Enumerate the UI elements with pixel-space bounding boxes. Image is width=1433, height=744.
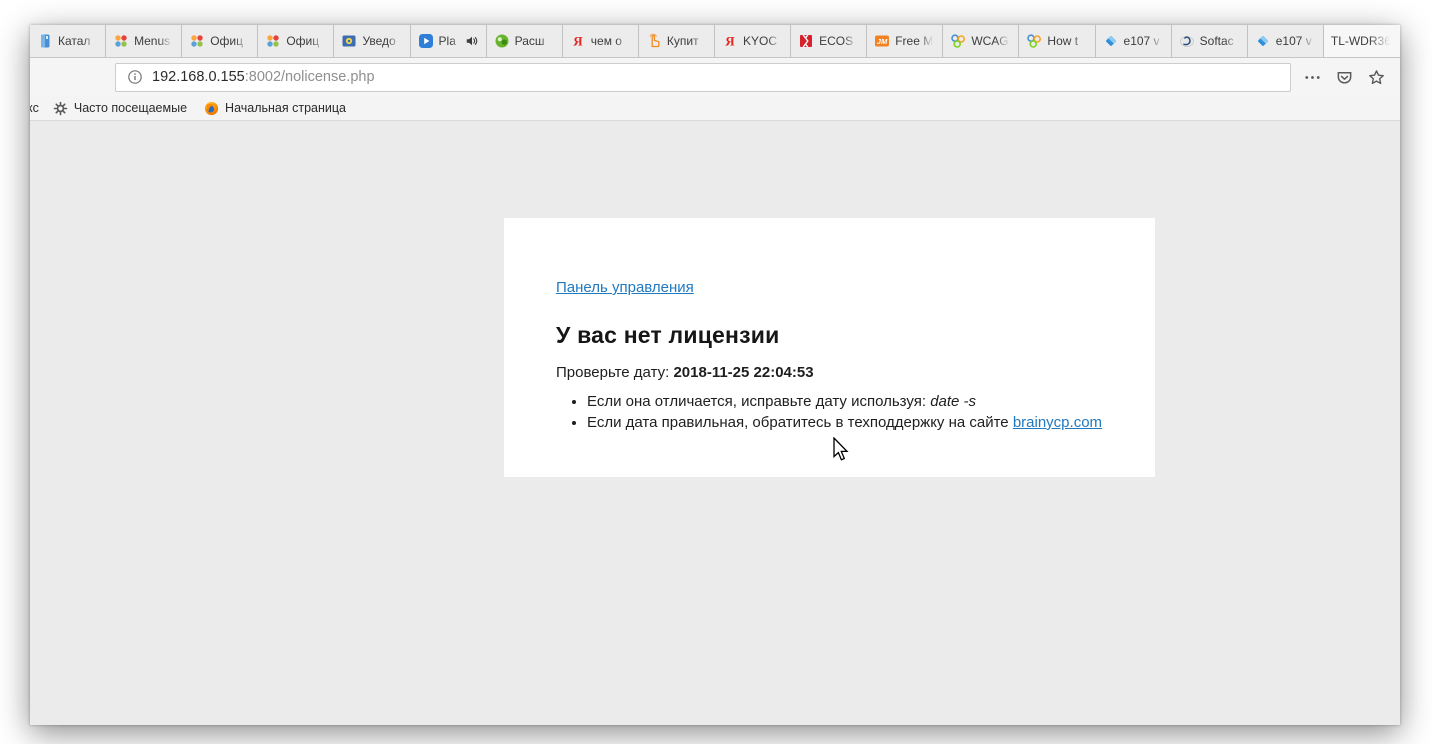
check-date-label: Проверьте дату:: [556, 364, 669, 381]
joomla-icon: [189, 33, 205, 49]
yandex-icon: Я: [570, 33, 586, 49]
tab-17[interactable]: e107 v: [1248, 25, 1324, 57]
tab-label: Расш: [515, 34, 555, 48]
tab-label: e107 v: [1124, 34, 1164, 48]
tab-3[interactable]: Офиц: [182, 25, 258, 57]
license-error-card: Панель управления У вас нет лицензии Про…: [504, 218, 1155, 477]
bookmark-label: Начальная страница: [225, 101, 346, 115]
bullet1-command: date -s: [930, 393, 976, 410]
kyocera-icon: [798, 33, 814, 49]
joomla-icon: [265, 33, 281, 49]
toolbar-action-icons: [1291, 69, 1400, 86]
circles-icon: [950, 33, 966, 49]
page-viewport: Панель управления У вас нет лицензии Про…: [30, 121, 1400, 725]
tab-5[interactable]: Уведо: [334, 25, 410, 57]
url-path: :8002/nolicense.php: [245, 69, 375, 85]
tab-12[interactable]: JM Free M: [867, 25, 943, 57]
tab-label: e107 v: [1276, 34, 1316, 48]
tab-label: Pla: [439, 34, 460, 48]
green-orb-icon: [494, 33, 510, 49]
hand-click-icon: [646, 33, 662, 49]
url-host: 192.168.0.155: [152, 69, 245, 85]
tab-label: Menus: [134, 34, 174, 48]
tab-label: TL-WDR36: [1331, 34, 1393, 48]
tab-label: KYOC: [743, 34, 783, 48]
tab-2[interactable]: Menus: [106, 25, 182, 57]
site-info-icon[interactable]: [127, 69, 143, 85]
e107-icon: [1103, 33, 1119, 49]
list-item: Если она отличается, исправьте дату испо…: [587, 393, 1103, 410]
tab-label: Softac: [1200, 34, 1240, 48]
control-panel-link[interactable]: Панель управления: [556, 279, 694, 296]
tab-18[interactable]: TL-WDR36: [1324, 25, 1400, 57]
pocket-icon[interactable]: [1336, 69, 1353, 86]
tab-label: Free M: [895, 34, 935, 48]
bookmark-star-icon[interactable]: [1368, 69, 1385, 86]
bookmark-item-clipped[interactable]: кс: [30, 101, 39, 115]
browser-window: Катал Menus Офиц Офиц Уведо Pla Расш Ячем о Купи…: [30, 25, 1400, 725]
softaculous-icon: [1179, 33, 1195, 49]
page-actions-icon[interactable]: [1304, 69, 1321, 86]
tab-label: Офиц: [210, 34, 250, 48]
svg-text:Я: Я: [725, 34, 735, 49]
play-icon: [418, 33, 434, 49]
tab-label: Уведо: [362, 34, 402, 48]
tab-4[interactable]: Офиц: [258, 25, 334, 57]
tab-7[interactable]: Расш: [487, 25, 563, 57]
tab-strip: Катал Menus Офиц Офиц Уведо Pla Расш Ячем о Купи…: [30, 25, 1400, 58]
circles-icon: [1026, 33, 1042, 49]
bookmark-label: Часто посещаемые: [74, 101, 187, 115]
yandex-icon: Я: [722, 33, 738, 49]
tab-15[interactable]: e107 v: [1096, 25, 1172, 57]
tab-label: чем о: [591, 34, 631, 48]
firefox-icon: [204, 101, 219, 116]
tab-label: How t: [1047, 34, 1087, 48]
tab-label: Катал: [58, 34, 98, 48]
tab-13[interactable]: WCAG: [943, 25, 1019, 57]
tab-11[interactable]: ECOS: [791, 25, 867, 57]
bookmarks-bar: кс Часто посещаемые Начальная страница: [30, 96, 1400, 121]
catalog-icon: [37, 33, 53, 49]
page-title: У вас нет лицензии: [556, 322, 1103, 349]
tab-14[interactable]: How t: [1019, 25, 1095, 57]
tab-10[interactable]: Я KYOC: [715, 25, 791, 57]
url-text[interactable]: 192.168.0.155:8002/nolicense.php: [152, 69, 375, 85]
tab-label: WCAG: [971, 34, 1011, 48]
tab-8[interactable]: Ячем о: [563, 25, 639, 57]
tab-6[interactable]: Pla: [411, 25, 487, 57]
tab-1[interactable]: Катал: [30, 25, 106, 57]
bullet2-text: Если дата правильная, обратитесь в техпо…: [587, 414, 1009, 431]
bullet1-text: Если она отличается, исправьте дату испо…: [587, 393, 926, 410]
svg-text:JM: JM: [877, 37, 888, 46]
badge-icon: [341, 33, 357, 49]
check-date-value: 2018-11-25 22:04:53: [673, 364, 813, 381]
check-date-line: Проверьте дату: 2018-11-25 22:04:53: [556, 364, 1103, 381]
brainycp-link[interactable]: brainycp.com: [1013, 414, 1102, 431]
tab-label: Офиц: [286, 34, 326, 48]
jm-icon: JM: [874, 33, 890, 49]
bookmark-item-1[interactable]: Часто посещаемые: [53, 101, 187, 116]
instructions-list: Если она отличается, исправьте дату испо…: [556, 393, 1103, 431]
bookmark-items: Часто посещаемые Начальная страница: [39, 101, 346, 116]
bookmark-label: кс: [30, 101, 39, 115]
url-bar[interactable]: 192.168.0.155:8002/nolicense.php: [115, 63, 1291, 92]
tab-audio-icon[interactable]: [465, 34, 479, 48]
svg-text:Я: Я: [573, 34, 583, 49]
e107-icon: [1255, 33, 1271, 49]
navigation-toolbar: 192.168.0.155:8002/nolicense.php: [30, 58, 1400, 96]
joomla-icon: [113, 33, 129, 49]
list-item: Если дата правильная, обратитесь в техпо…: [587, 414, 1103, 431]
gear-icon: [53, 101, 68, 116]
bookmark-item-2[interactable]: Начальная страница: [204, 101, 346, 116]
tab-label: Купит: [667, 34, 707, 48]
tab-9[interactable]: Купит: [639, 25, 715, 57]
tab-label: ECOS: [819, 34, 859, 48]
tab-16[interactable]: Softac: [1172, 25, 1248, 57]
